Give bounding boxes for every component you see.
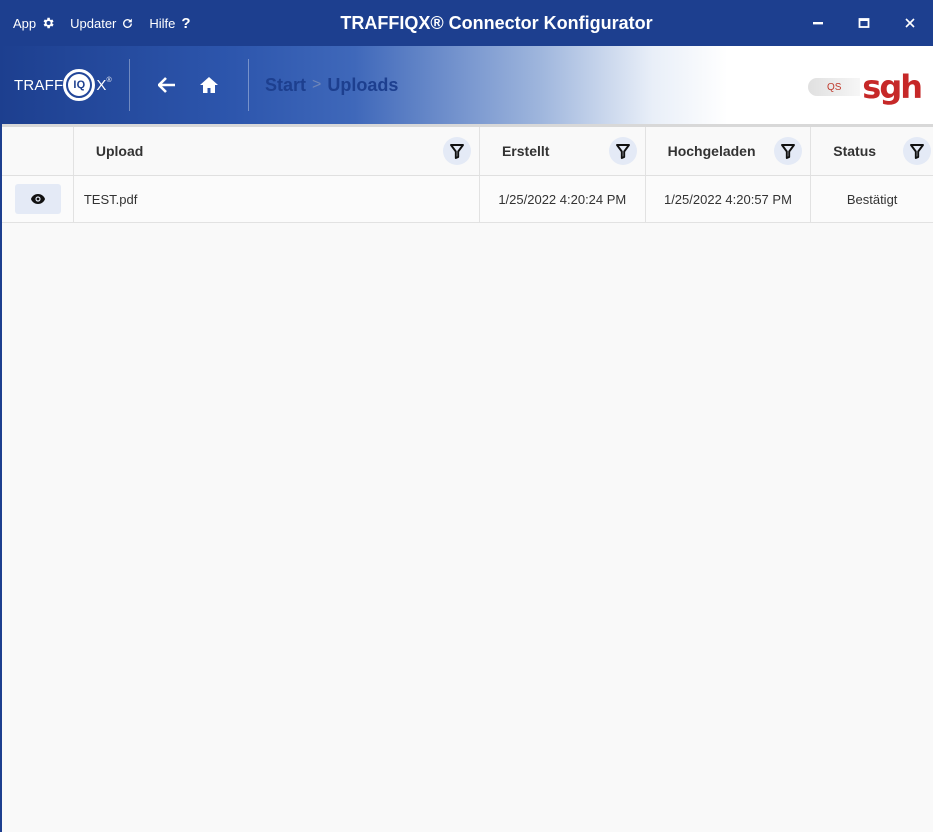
column-header-erstellt[interactable]: Erstellt	[480, 127, 646, 175]
filter-hochgeladen-button[interactable]	[774, 137, 803, 165]
menu-hilfe[interactable]: Hilfe ?	[149, 15, 190, 32]
filter-icon	[615, 143, 630, 159]
filter-icon	[450, 143, 464, 159]
logo-text: TRAFF	[14, 76, 64, 94]
cell-hochgeladen: 1/25/2022 4:20:57 PM	[646, 176, 812, 222]
gear-icon	[43, 17, 54, 29]
back-button[interactable]	[146, 60, 188, 110]
upload-filename: TEST.pdf	[83, 191, 138, 207]
minimize-button[interactable]	[795, 0, 841, 46]
column-header-hochgeladen[interactable]: Hochgeladen	[646, 127, 812, 175]
created-date: 1/25/2022 4:20:24 PM	[498, 191, 627, 207]
status-value: Bestätigt	[846, 191, 898, 207]
menu-updater-label: Updater	[70, 15, 117, 31]
column-header-actions	[2, 127, 74, 175]
logo-circle: IQ	[63, 69, 96, 101]
filter-erstellt-button[interactable]	[608, 137, 637, 165]
uploaded-date: 1/25/2022 4:20:57 PM	[663, 191, 792, 207]
grid-header: Upload Erstellt Hochgeladen Status	[2, 124, 933, 176]
qs-sgh-logo: QS sgh	[808, 68, 923, 106]
title-bar: App Updater Hilfe ? TRAFFIQX® Connector …	[0, 0, 933, 46]
header-divider-2	[248, 59, 249, 111]
column-header-upload[interactable]: Upload	[74, 127, 480, 175]
filter-upload-button[interactable]	[442, 137, 471, 165]
filter-icon	[781, 143, 796, 159]
cell-erstellt: 1/25/2022 4:20:24 PM	[480, 176, 646, 222]
minimize-icon	[813, 22, 823, 25]
breadcrumb-start[interactable]: Start	[265, 75, 306, 96]
logo-mark: ®	[106, 76, 112, 84]
app-menu: App Updater Hilfe ?	[0, 0, 206, 46]
table-row[interactable]: TEST.pdf 1/25/2022 4:20:24 PM 1/25/2022 …	[2, 176, 933, 223]
home-icon	[200, 77, 218, 93]
maximize-button[interactable]	[841, 0, 887, 46]
breadcrumb: Start > Uploads	[265, 75, 398, 96]
menu-app[interactable]: App	[13, 16, 55, 31]
close-button[interactable]	[887, 0, 933, 46]
column-label-status: Status	[833, 143, 877, 159]
window-controls	[795, 0, 933, 46]
sgh-logo: sgh	[862, 68, 923, 106]
cell-status: Bestätigt	[811, 176, 933, 222]
navigation-header: TRAFF IQ X ® Start > Uploads QS sgh	[0, 46, 933, 124]
refresh-icon	[123, 18, 133, 28]
traffiqx-logo: TRAFF IQ X ®	[0, 46, 129, 124]
arrow-left-icon	[158, 77, 175, 93]
column-header-status[interactable]: Status	[811, 127, 933, 175]
qs-badge: QS	[808, 78, 861, 96]
menu-app-label: App	[13, 15, 37, 31]
eye-icon	[31, 194, 45, 204]
nav-buttons	[130, 60, 248, 110]
filter-status-button[interactable]	[902, 137, 931, 165]
view-upload-button[interactable]	[15, 184, 61, 214]
home-button[interactable]	[188, 60, 230, 110]
maximize-icon	[858, 18, 870, 28]
column-label-hochgeladen: Hochgeladen	[667, 143, 756, 159]
logo-tail: X	[96, 76, 107, 94]
menu-hilfe-label: Hilfe	[149, 15, 176, 31]
cell-actions	[2, 176, 74, 222]
filter-icon	[910, 143, 924, 159]
close-icon	[905, 18, 915, 28]
breadcrumb-uploads: Uploads	[327, 74, 399, 95]
cell-upload: TEST.pdf	[74, 176, 480, 222]
column-label-erstellt: Erstellt	[501, 143, 550, 159]
column-label-upload: Upload	[95, 143, 144, 159]
question-icon: ?	[181, 14, 191, 32]
uploads-grid: Upload Erstellt Hochgeladen Status TEST.…	[0, 124, 933, 832]
menu-updater[interactable]: Updater	[70, 16, 134, 31]
breadcrumb-separator: >	[312, 76, 322, 93]
